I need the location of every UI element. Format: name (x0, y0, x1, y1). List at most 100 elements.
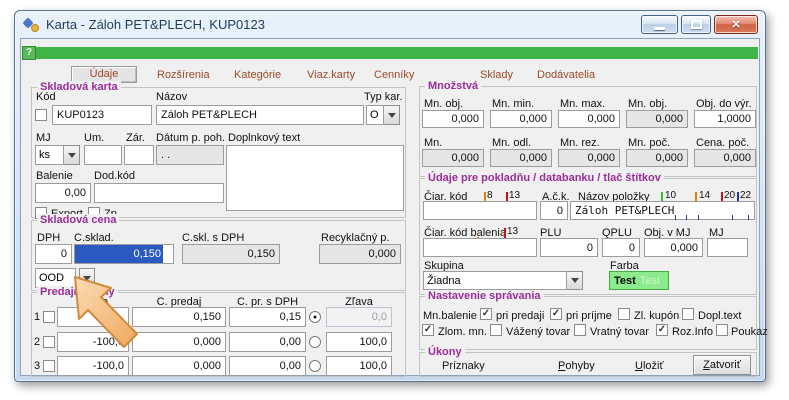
obj-v-mj-input[interactable]: 0,000 (644, 238, 703, 257)
zlom-mn-checkbox[interactable]: ✓ (422, 324, 434, 336)
ruler-marker-number: 13 (509, 190, 520, 201)
mn-poc-label: Mn. poč. (628, 137, 670, 149)
kod-input[interactable]: KUP0123 (52, 105, 152, 125)
poukaz-label: Poukaz (731, 326, 768, 338)
group-spravanie: Nastavenie správania Mn.balenie ✓ pri pr… (419, 296, 757, 350)
doplnkovy-text-area[interactable] (226, 145, 404, 211)
tab-rozsirenia[interactable]: Rozšírenia (157, 69, 210, 81)
doplnkovy-text-label: Doplnkový text (228, 132, 300, 144)
ood-select[interactable]: OOD (35, 268, 95, 288)
minimize-icon (654, 27, 665, 30)
ciar-kod-balenia-input[interactable] (423, 238, 537, 257)
nazov-polozky-input[interactable]: Záloh PET&PLECH (570, 201, 755, 220)
char-tick (732, 215, 733, 220)
ack-input[interactable]: 0 (540, 201, 568, 220)
c-predaj-input[interactable]: 0,000 (132, 356, 226, 376)
price-row-checkbox[interactable] (43, 336, 55, 348)
qplu-input[interactable]: 0 (602, 238, 640, 257)
close-button[interactable]: × (714, 15, 758, 34)
window-title: Karta - Záloh PET&PLECH, KUP0123 (46, 17, 265, 32)
dod-kod-label: Dod.kód (94, 170, 135, 182)
c-pr-s-dph-input[interactable]: 0,15 (229, 307, 306, 327)
dopl-text-checkbox[interactable] (682, 308, 694, 320)
mn-obj2-field: 0,000 (626, 110, 688, 128)
vratny-tovar-checkbox[interactable] (574, 324, 586, 336)
dod-kod-input[interactable] (94, 183, 224, 203)
group-mnozstva: Množstvá Mn. obj. Mn. min. Mn. max. Mn. … (419, 86, 757, 177)
price-row-radio[interactable]: ● (309, 311, 321, 323)
price-row-checkbox[interactable] (43, 311, 55, 323)
tab-kategorie[interactable]: Kategórie (234, 69, 281, 81)
group-predajne-ceny: Predajné ceny Marža C. predaj C. pr. s D… (31, 292, 406, 377)
c-pr-s-dph-input[interactable]: 0,00 (229, 332, 306, 352)
farba-text: Test (614, 275, 636, 287)
zlava-input[interactable]: 100,0 (326, 332, 392, 352)
chevron-down-icon[interactable] (64, 145, 80, 165)
ulozit-button[interactable]: Uložiť (635, 360, 664, 372)
row-number: 2 (34, 336, 40, 348)
mn-obj-input[interactable]: 0,000 (422, 110, 484, 128)
price-row-radio[interactable] (309, 336, 321, 348)
maximize-button[interactable] (681, 15, 711, 34)
zlava-input[interactable]: 100,0 (326, 356, 392, 376)
price-row-radio[interactable] (309, 360, 321, 372)
pri-predaji-checkbox[interactable]: ✓ (480, 308, 492, 320)
tab-viaz-karty[interactable]: Viaz.karty (307, 69, 355, 81)
mn-obj2-label: Mn. obj. (628, 98, 667, 110)
marza-input[interactable] (57, 307, 129, 327)
dopl-text-label: Dopl.text (698, 310, 741, 322)
zlava-field: 0,0 (326, 307, 392, 327)
chevron-down-icon[interactable] (567, 271, 583, 290)
green-accent-bar (22, 47, 758, 59)
zatvorit-button[interactable]: Zatvoriť (693, 355, 751, 375)
mn-min-input[interactable]: 0,000 (490, 110, 552, 128)
pri-prijme-checkbox[interactable]: ✓ (550, 308, 562, 320)
mn-field: 0,000 (422, 149, 484, 167)
roz-info-checkbox[interactable]: ✓ (656, 324, 668, 336)
chevron-down-icon[interactable] (384, 105, 400, 125)
c-predaj-input[interactable]: 0,000 (132, 332, 226, 352)
titlebar[interactable]: Karta - Záloh PET&PLECH, KUP0123 × (15, 11, 765, 38)
nazov-input[interactable]: Záloh PET&PLECH (156, 105, 364, 125)
um-input[interactable] (84, 145, 122, 165)
close-icon: × (732, 17, 741, 32)
mj-select[interactable]: ks (35, 145, 80, 165)
help-icon[interactable]: ? (22, 46, 36, 60)
marza-input[interactable]: -100,0 (57, 332, 129, 352)
ciar-kod-input[interactable] (423, 201, 537, 220)
skupina-select[interactable]: Žiadna (423, 271, 583, 290)
mj-label: MJ (36, 132, 51, 144)
c-predaj-input[interactable]: 0,150 (132, 307, 226, 327)
zl-kupon-checkbox[interactable] (618, 308, 630, 320)
nazov-label: Názov (156, 91, 187, 103)
tab-dodavatelia[interactable]: Dodávatelia (537, 69, 595, 81)
typ-kar-select[interactable]: O (366, 105, 400, 125)
mn-min-label: Mn. min. (492, 98, 534, 110)
tab-sklady[interactable]: Sklady (480, 69, 513, 81)
vazeny-tovar-label: Vážený tovar (506, 326, 570, 338)
marza-input[interactable]: -100,0 (57, 356, 129, 376)
obj-do-vyr-input[interactable]: 1,0000 (694, 110, 756, 128)
price-row-checkbox[interactable] (43, 360, 55, 372)
zar-input[interactable] (124, 145, 154, 165)
plu-input[interactable]: 0 (540, 238, 598, 257)
c-sklad-input[interactable]: 0,150 (74, 244, 174, 264)
c-pr-s-dph-input[interactable]: 0,00 (229, 356, 306, 376)
ruler-marker-number: 20 (724, 190, 735, 201)
datum-p-poh-field: . . (156, 145, 224, 165)
char-tick (686, 215, 687, 220)
minimize-button[interactable] (641, 15, 678, 34)
vazeny-tovar-checkbox[interactable] (490, 324, 502, 336)
dph-input[interactable]: 0 (35, 244, 72, 264)
pohyby-button[interactable]: Pohyby (558, 360, 595, 372)
poukaz-checkbox[interactable] (716, 324, 728, 336)
priznaky-button[interactable]: Príznaky (442, 360, 485, 372)
mn-max-input[interactable]: 0,000 (558, 110, 620, 128)
balenie-input[interactable]: 0,00 (35, 183, 91, 203)
tab-cenniky[interactable]: Cenníky (374, 69, 414, 81)
farba-preview[interactable]: Test Test (609, 271, 669, 290)
mj-input[interactable] (707, 238, 748, 257)
zlom-mn-label: Zlom. mn. (438, 326, 487, 338)
kod-checkbox[interactable] (35, 109, 47, 121)
chevron-down-icon[interactable] (79, 268, 95, 288)
